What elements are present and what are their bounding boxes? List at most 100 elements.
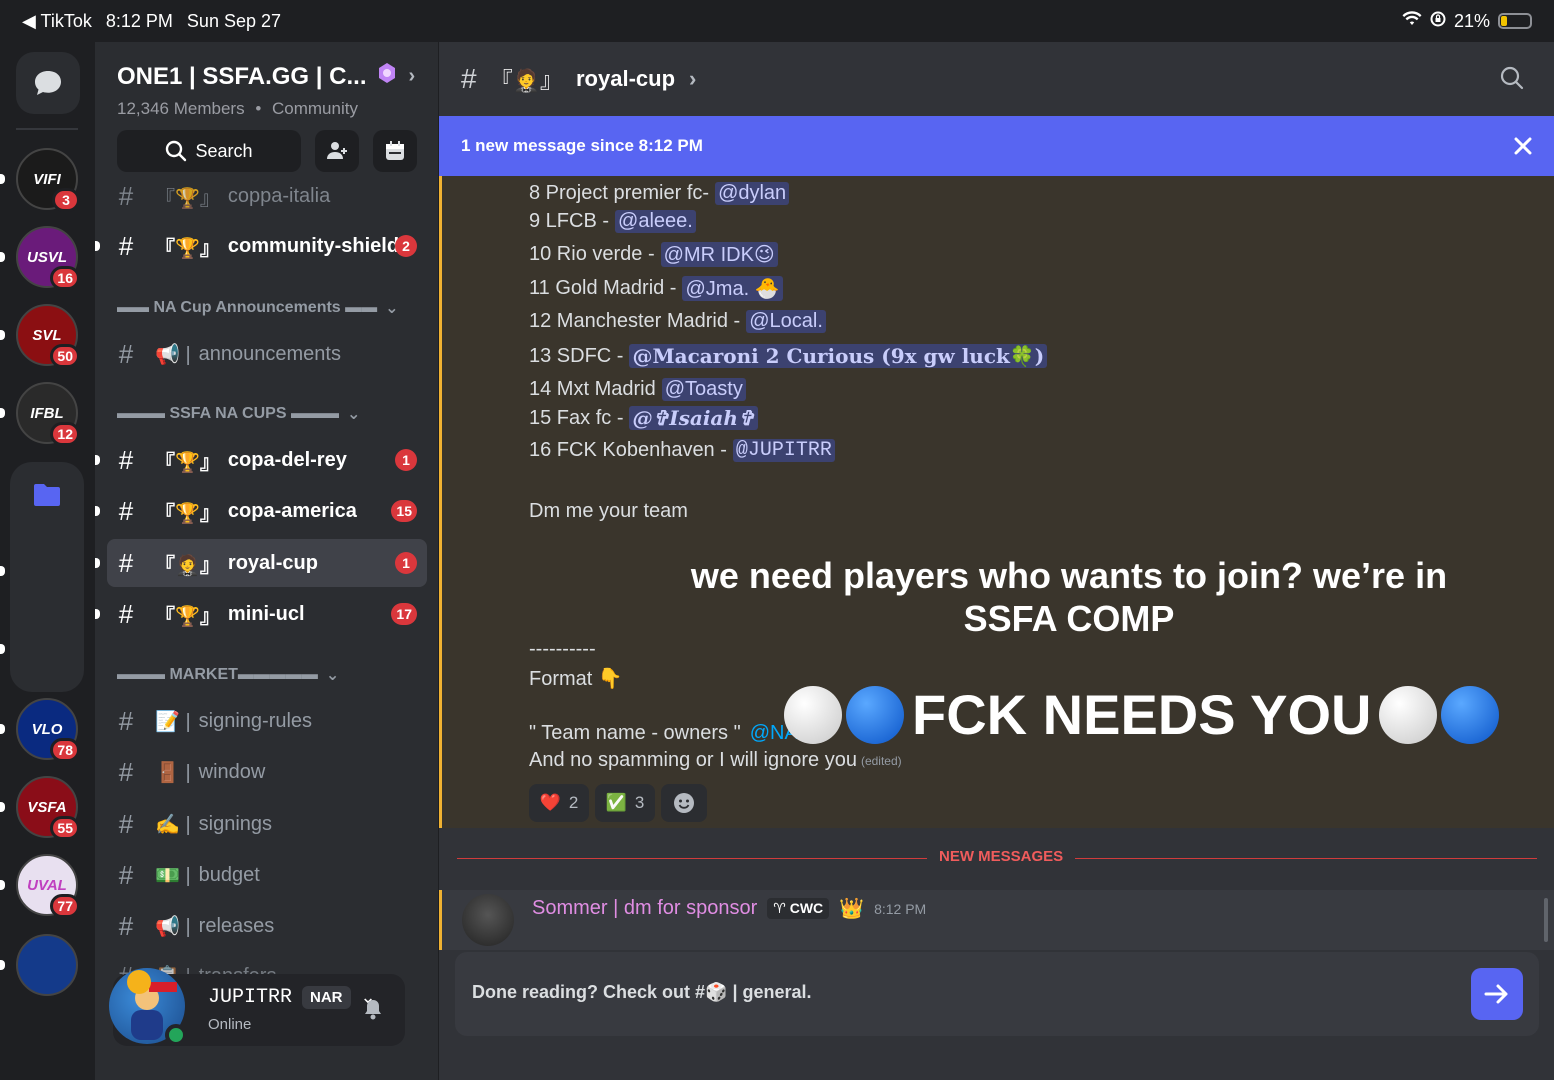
server-icon[interactable]: UVAL 77	[16, 854, 80, 918]
dashes-line: ----------	[529, 638, 596, 660]
server-header[interactable]: ONE1 | SSFA.GG | C... › 12,346 Members •…	[117, 62, 417, 119]
reaction-heart[interactable]: ❤️ 2	[529, 784, 589, 822]
reaction-check[interactable]: ✅ 3	[595, 784, 655, 822]
line-text: And no spamming or I will ignore you	[529, 749, 857, 771]
reaction-count: 2	[568, 793, 579, 812]
events-button[interactable]	[373, 130, 417, 172]
member-count: 12,346 Members	[117, 99, 245, 118]
channel-releases[interactable]: # 📢 | releases	[107, 902, 427, 950]
channel-mini-ucl[interactable]: # 『🏆』 mini-ucl 17	[95, 590, 427, 638]
overlay-caption: we need players who wants to join? we’re…	[690, 555, 1448, 639]
line-text: 13 SDFC -	[529, 344, 624, 367]
user-status: Online	[208, 1016, 252, 1033]
server-icon[interactable]: IFBL 12	[16, 382, 80, 446]
channel-search-button[interactable]	[1500, 66, 1524, 95]
back-to-app-link[interactable]: ◀ TikTok	[22, 11, 92, 32]
channel-label: coppa-italia	[227, 184, 331, 207]
server-icon[interactable]: VIFI 3	[16, 148, 80, 212]
message-composer[interactable]: Done reading? Check out #🎲 | general.	[455, 952, 1539, 1036]
user-mention[interactable]: @Toasty	[661, 378, 746, 401]
send-button[interactable]	[1471, 968, 1523, 1020]
channel-signing-rules[interactable]: # 📝 | signing-rules	[107, 697, 427, 745]
server-icon[interactable]: USVL 16	[16, 226, 80, 290]
banner-text: 1 new message since 8:12 PM	[461, 136, 703, 155]
user-mention[interactable]: @aleee.	[615, 210, 696, 233]
unread-indicator	[95, 609, 100, 619]
folder-icon[interactable]	[32, 482, 62, 513]
channel-copa-del-rey[interactable]: # 『🏆』 copa-del-rey 1	[95, 436, 427, 484]
line-text: 10 Rio verde -	[529, 243, 655, 265]
user-mention[interactable]: @Local.	[746, 310, 826, 333]
unread-indicator	[0, 330, 5, 340]
user-mention[interactable]: @Jma. 🐣	[682, 276, 783, 301]
channel-header[interactable]: # 『🤵』 royal-cup ›	[439, 42, 1554, 116]
category-na-cup[interactable]: ▬▬ NA Cup Announcements ▬▬ ⌄	[117, 298, 399, 318]
new-messages-label: NEW MESSAGES	[927, 848, 1076, 865]
channel-community-shield[interactable]: # 『🏆』 community-shield 2	[95, 222, 427, 270]
search-button[interactable]: Search	[117, 130, 301, 172]
avatar[interactable]	[462, 894, 514, 946]
hash-icon: #	[118, 444, 134, 475]
server-icon[interactable]	[16, 934, 78, 996]
back-app-label: TikTok	[40, 10, 92, 31]
line-text: 11 Gold Madrid -	[529, 277, 677, 299]
message-line: 9 LFCB - @aleee.	[529, 210, 696, 233]
channel-label: announcements	[198, 342, 341, 365]
white-circle-icon	[1379, 685, 1438, 744]
channel-budget[interactable]: # 💵 | budget	[107, 851, 427, 899]
role-tag: ♈ CWC	[767, 898, 830, 919]
mention-badge: 1	[395, 449, 417, 471]
user-mention[interactable]: @✞Isaiah✞	[629, 406, 758, 430]
category-ssfa-na-cups[interactable]: ▬▬▬ SSFA NA CUPS ▬▬▬ ⌄	[117, 404, 360, 424]
next-message: Sommer | dm for sponsor ♈ CWC 👑 8:12 PM	[439, 890, 1554, 950]
bell-icon[interactable]	[363, 998, 383, 1025]
server-icon[interactable]: VSFA 55	[16, 776, 80, 840]
server-mention-badge: 50	[50, 344, 80, 368]
rail-separator	[16, 128, 78, 130]
close-icon[interactable]	[1509, 132, 1537, 165]
message-author[interactable]: Sommer | dm for sponsor	[532, 897, 757, 920]
user-mention[interactable]: @MR IDK😉	[660, 242, 778, 267]
user-panel[interactable]: JUPITRR NAR ⌄ Online	[109, 968, 405, 1046]
hash-icon: #	[118, 756, 134, 787]
category-label: ▬▬▬ SSFA NA CUPS ▬▬▬	[117, 405, 339, 422]
server-rail: VIFI3USVL16SVL50IFBL128EFA75VLO78VSFA55U…	[0, 42, 95, 1080]
wifi-icon	[1402, 10, 1422, 32]
category-market[interactable]: ▬▬▬ MARKET▬▬▬▬▬ ⌄	[117, 665, 339, 685]
search-label: Search	[195, 140, 253, 161]
calendar-icon	[386, 141, 404, 160]
server-icon[interactable]: VLO 78	[16, 698, 80, 762]
new-message-banner[interactable]: 1 new message since 8:12 PM	[439, 116, 1554, 176]
channel-copa-america[interactable]: # 『🏆』 copa-america 15	[95, 487, 427, 535]
add-reaction-button[interactable]	[661, 784, 707, 822]
search-icon	[166, 140, 187, 162]
search-icon	[1500, 66, 1524, 90]
rotation-lock-icon	[1430, 11, 1446, 32]
scrollbar[interactable]	[1544, 898, 1548, 942]
channel-coppa-italia[interactable]: # 『🏆』 coppa-italia	[107, 182, 427, 220]
server-mention-badge: 12	[50, 422, 80, 446]
server-mention-badge: 3	[52, 188, 80, 212]
user-mention[interactable]: @dylan	[715, 182, 790, 205]
category-label: ▬▬▬ MARKET▬▬▬▬▬	[117, 666, 318, 683]
hash-icon: #	[118, 495, 134, 526]
unread-indicator	[0, 724, 5, 734]
chevron-right-icon: ›	[408, 65, 416, 87]
edited-marker: (edited)	[860, 753, 902, 768]
chevron-down-icon: ⌄	[346, 406, 361, 423]
channel-royal-cup[interactable]: # 『🤵』 royal-cup 1	[95, 539, 427, 587]
channel-signings[interactable]: # ✍️ | signings	[107, 800, 427, 848]
direct-messages-button[interactable]	[16, 52, 80, 114]
blue-circle-icon	[846, 685, 904, 744]
hash-icon: #	[118, 808, 134, 839]
unread-indicator	[95, 506, 100, 516]
user-mention[interactable]: @JUPITRR	[732, 439, 835, 462]
user-mention[interactable]: @Macaroni 2 Curious (9x gw luck🍀)	[629, 344, 1048, 368]
channel-window[interactable]: # 🚪 | window	[107, 748, 427, 796]
channel-announcements[interactable]: # 📢 | announcements	[107, 330, 427, 378]
person-icon: 『🤵』	[490, 68, 562, 93]
mention-badge: 15	[391, 500, 417, 522]
server-icon[interactable]: SVL 50	[16, 304, 80, 368]
invite-button[interactable]	[315, 130, 359, 172]
hash-icon: #	[118, 547, 134, 578]
